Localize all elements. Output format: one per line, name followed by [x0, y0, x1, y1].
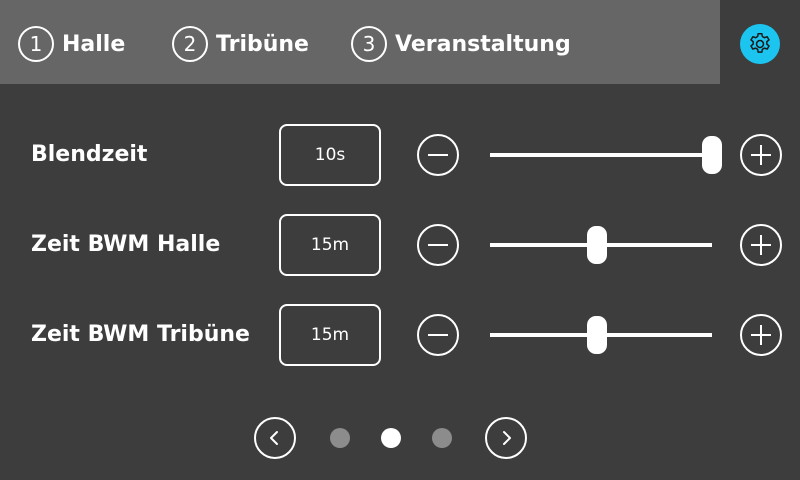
minus-icon [428, 244, 448, 246]
tab-number: 3 [351, 26, 387, 62]
setting-value-blendzeit[interactable]: 10s [279, 124, 381, 186]
tab-veranstaltung[interactable]: 3 Veranstaltung [351, 24, 571, 64]
settings-button[interactable] [740, 24, 780, 64]
tab-tribuene[interactable]: 2 Tribüne [172, 24, 309, 64]
tab-label: Tribüne [216, 31, 309, 57]
gear-icon [750, 32, 770, 53]
setting-value-bwm-tribuene[interactable]: 15m [279, 304, 381, 366]
plus-icon-vertical [760, 235, 762, 255]
next-page-button[interactable] [485, 417, 527, 459]
increase-button[interactable] [740, 314, 782, 356]
decrease-button[interactable] [417, 314, 459, 356]
setting-label-bwm-tribuene: Zeit BWM Tribüne [31, 322, 250, 347]
tab-label: Halle [62, 31, 126, 57]
setting-label-bwm-halle: Zeit BWM Halle [31, 232, 221, 257]
page-dot[interactable] [330, 428, 350, 448]
setting-value-bwm-halle[interactable]: 15m [279, 214, 381, 276]
plus-icon-vertical [760, 145, 762, 165]
slider-thumb[interactable] [586, 226, 607, 264]
slider-track[interactable] [490, 226, 712, 264]
slider-track[interactable] [490, 316, 712, 354]
tab-number: 2 [172, 26, 208, 62]
page-dot[interactable] [432, 428, 452, 448]
previous-page-button[interactable] [254, 417, 296, 459]
slider-thumb[interactable] [702, 136, 722, 174]
plus-icon-vertical [760, 325, 762, 345]
increase-button[interactable] [740, 224, 782, 266]
slider-track[interactable] [490, 136, 722, 174]
tab-halle[interactable]: 1 Halle [18, 24, 125, 64]
slider-thumb[interactable] [586, 316, 607, 354]
decrease-button[interactable] [417, 134, 459, 176]
page-dot[interactable] [381, 428, 401, 448]
tab-number: 1 [18, 26, 54, 62]
increase-button[interactable] [740, 134, 782, 176]
tab-label: Veranstaltung [395, 31, 571, 57]
chevron-left-icon [270, 431, 278, 445]
decrease-button[interactable] [417, 224, 459, 266]
chevron-right-icon [503, 431, 511, 445]
minus-icon [428, 334, 448, 336]
minus-icon [428, 154, 448, 156]
setting-label-blendzeit: Blendzeit [31, 142, 148, 167]
